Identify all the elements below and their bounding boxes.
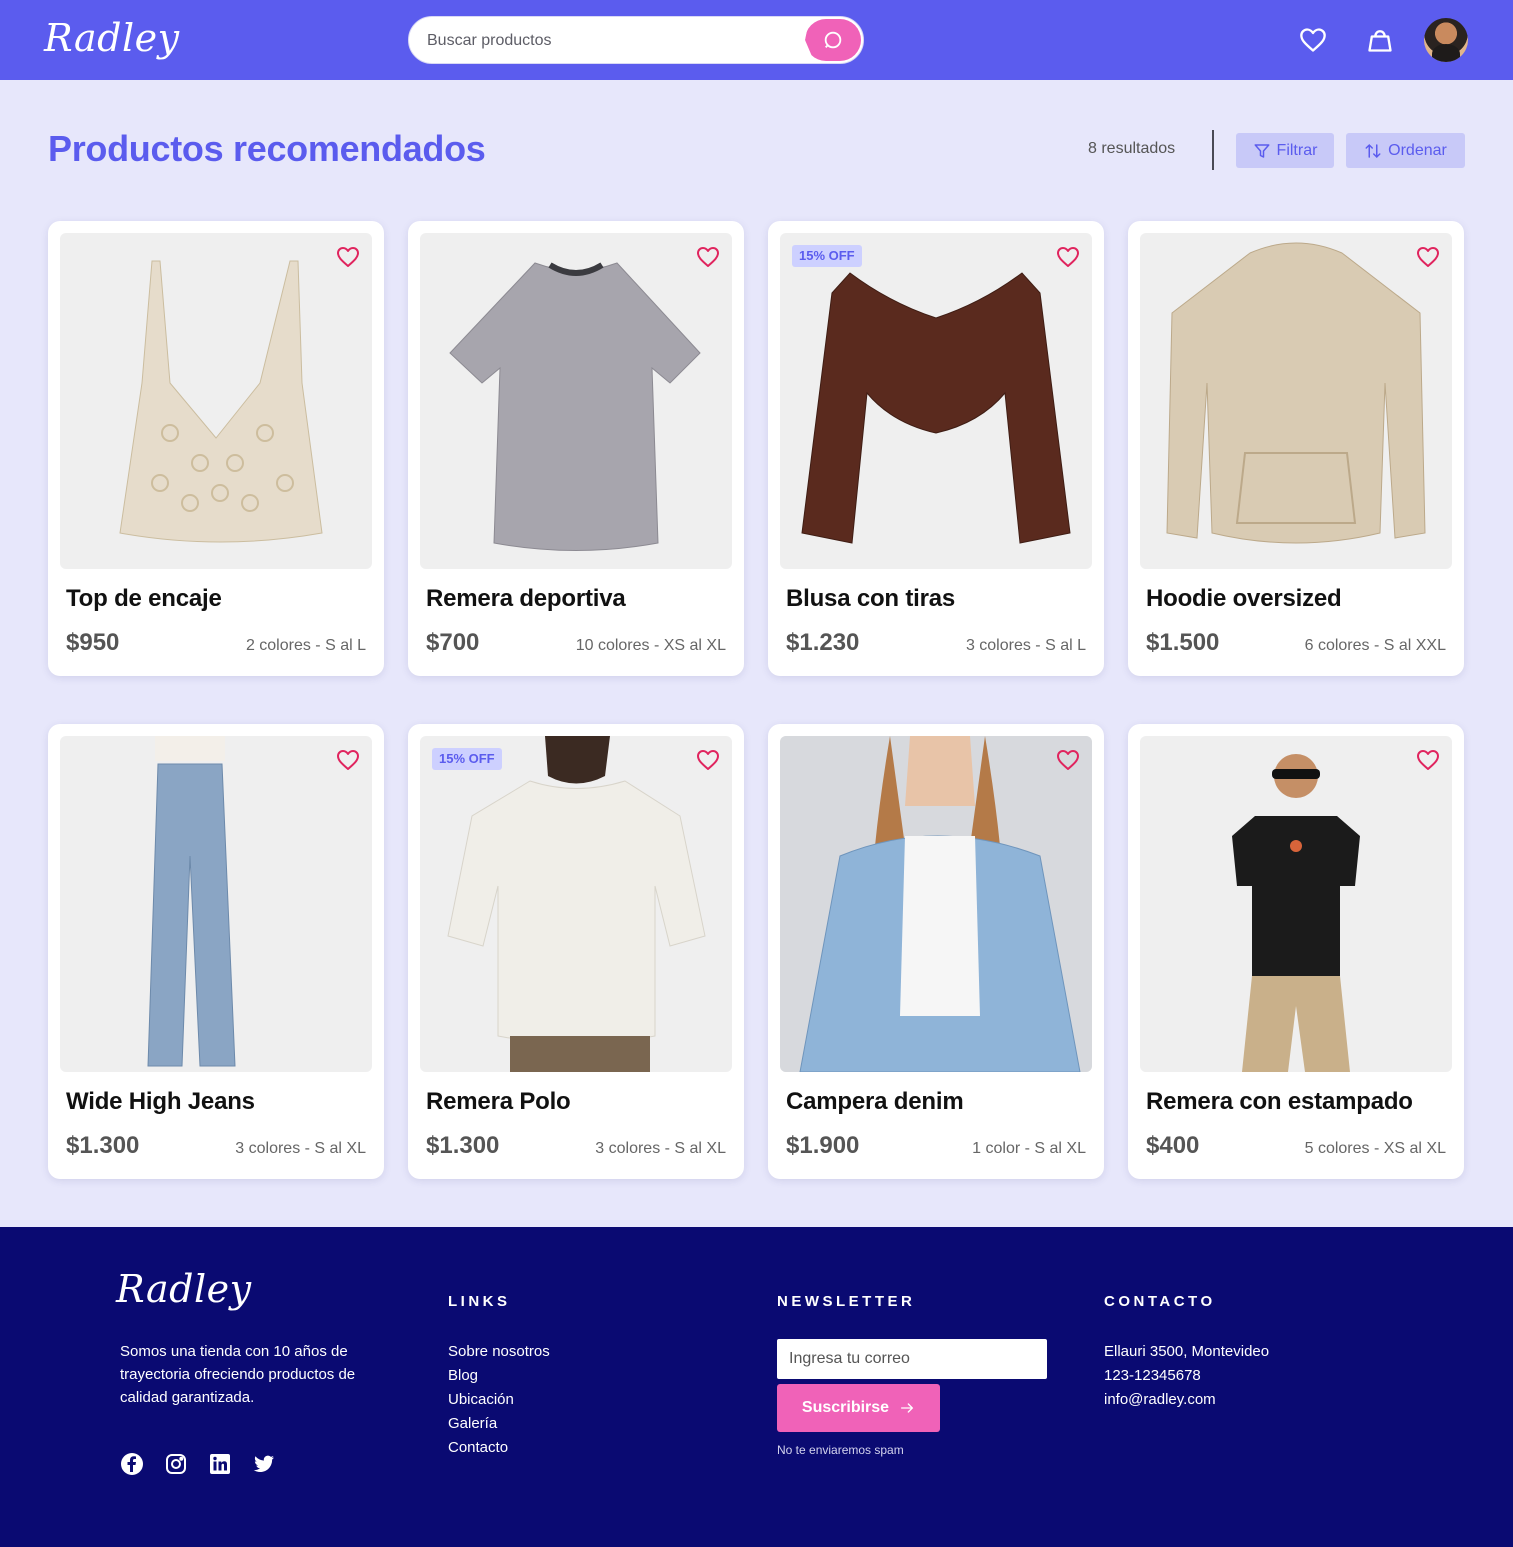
product-meta: 10 colores - XS al XL — [575, 637, 726, 654]
product-card[interactable]: Hoodie oversized $1.500 6 colores - S al… — [1128, 221, 1464, 676]
search-icon — [824, 31, 842, 49]
instagram-icon[interactable] — [164, 1452, 188, 1476]
arrow-right-icon — [901, 1403, 914, 1413]
newsletter-email-input[interactable] — [777, 1339, 1047, 1379]
product-image[interactable] — [1140, 736, 1452, 1072]
product-price: $1.300 — [66, 1132, 140, 1159]
product-card[interactable]: Campera denim $1.900 1 color - S al XL — [768, 724, 1104, 1179]
product-price: $700 — [426, 629, 480, 656]
social-links — [120, 1452, 276, 1476]
product-name[interactable]: Remera con estampado — [1146, 1088, 1413, 1116]
footer-links: Sobre nosotros Blog Ubicación Galería Co… — [448, 1340, 550, 1460]
footer-link-location[interactable]: Ubicación — [448, 1388, 550, 1412]
product-card[interactable]: Remera con estampado $400 5 colores - XS… — [1128, 724, 1464, 1179]
product-name[interactable]: Remera Polo — [426, 1088, 571, 1116]
footer-logo[interactable]: Radley — [116, 1267, 252, 1311]
top-nav: Radley — [0, 0, 1513, 80]
product-price: $1.300 — [426, 1132, 500, 1159]
filter-button[interactable]: Filtrar — [1236, 133, 1334, 168]
filter-label: Filtrar — [1276, 141, 1318, 159]
product-image[interactable] — [60, 736, 372, 1072]
favorite-heart-icon[interactable] — [1056, 748, 1080, 772]
product-meta: 2 colores - S al L — [245, 637, 366, 654]
footer-link-contact[interactable]: Contacto — [448, 1436, 550, 1460]
bag-icon[interactable] — [1366, 26, 1394, 54]
sort-label: Ordenar — [1388, 141, 1447, 159]
product-price: $400 — [1146, 1132, 1200, 1159]
heart-icon[interactable] — [1299, 26, 1327, 54]
product-meta: 3 colores - S al L — [965, 637, 1086, 654]
product-image[interactable] — [1140, 233, 1452, 569]
sort-icon — [1365, 143, 1381, 158]
footer-link-gallery[interactable]: Galería — [448, 1412, 550, 1436]
product-card[interactable]: 15% OFF Remera Polo $1.300 3 colores - S… — [408, 724, 744, 1179]
contact-heading: CONTACTO — [1104, 1293, 1216, 1310]
links-heading: LINKS — [448, 1293, 511, 1310]
footer-about: Somos una tienda con 10 años de trayecto… — [120, 1343, 356, 1406]
divider — [1212, 130, 1214, 170]
contact-address: Ellauri 3500, Montevideo — [1104, 1343, 1270, 1360]
avatar[interactable] — [1424, 18, 1468, 62]
product-image[interactable] — [420, 736, 732, 1072]
sort-button[interactable]: Ordenar — [1346, 133, 1465, 168]
footer-link-about[interactable]: Sobre nosotros — [448, 1340, 550, 1364]
product-price: $1.230 — [786, 629, 860, 656]
product-name[interactable]: Remera deportiva — [426, 585, 626, 613]
product-price: $950 — [66, 629, 120, 656]
product-card[interactable]: Remera deportiva $700 10 colores - XS al… — [408, 221, 744, 676]
product-meta: 1 color - S al XL — [972, 1140, 1086, 1157]
product-name[interactable]: Hoodie oversized — [1146, 585, 1342, 613]
subscribe-button[interactable]: Suscribirse — [777, 1384, 940, 1432]
product-meta: 3 colores - S al XL — [595, 1140, 726, 1157]
product-price: $1.900 — [786, 1132, 860, 1159]
linkedin-icon[interactable] — [208, 1452, 232, 1476]
product-card[interactable]: Wide High Jeans $1.300 3 colores - S al … — [48, 724, 384, 1179]
discount-badge: 15% OFF — [432, 748, 502, 770]
product-name[interactable]: Campera denim — [786, 1088, 964, 1116]
contact-email[interactable]: info@radley.com — [1104, 1388, 1269, 1412]
discount-badge: 15% OFF — [792, 245, 862, 267]
brand-logo[interactable]: Radley — [44, 16, 180, 60]
contact-phone[interactable]: 123-12345678 — [1104, 1364, 1269, 1388]
newsletter-note: No te enviaremos spam — [777, 1443, 904, 1457]
search-button[interactable] — [805, 19, 861, 61]
product-meta: 3 colores - S al XL — [235, 1140, 366, 1157]
product-image[interactable] — [780, 233, 1092, 569]
product-image[interactable] — [420, 233, 732, 569]
footer-link-blog[interactable]: Blog — [448, 1364, 550, 1388]
favorite-heart-icon[interactable] — [1416, 748, 1440, 772]
product-name[interactable]: Blusa con tiras — [786, 585, 955, 613]
product-image[interactable] — [780, 736, 1092, 1072]
product-meta: 6 colores - S al XXL — [1304, 637, 1446, 654]
product-price: $1.500 — [1146, 629, 1220, 656]
favorite-heart-icon[interactable] — [696, 245, 720, 269]
product-meta: 5 colores - XS al XL — [1304, 1140, 1446, 1157]
favorite-heart-icon[interactable] — [696, 748, 720, 772]
filter-icon — [1254, 143, 1270, 158]
facebook-icon[interactable] — [120, 1452, 144, 1476]
product-image[interactable] — [60, 233, 372, 569]
newsletter-heading: NEWSLETTER — [777, 1293, 916, 1310]
product-card[interactable]: Top de encaje $950 2 colores - S al L — [48, 221, 384, 676]
subscribe-label: Suscribirse — [801, 1399, 890, 1416]
footer-contact: Ellauri 3500, Montevideo 123-12345678 in… — [1104, 1340, 1269, 1412]
product-card[interactable]: 15% OFF Blusa con tiras $1.230 3 colores… — [768, 221, 1104, 676]
results-count: 8 resultados — [1088, 140, 1176, 157]
product-name[interactable]: Wide High Jeans — [66, 1088, 255, 1116]
footer: Radley Somos una tienda con 10 años de t… — [0, 1227, 1513, 1547]
favorite-heart-icon[interactable] — [336, 245, 360, 269]
product-name[interactable]: Top de encaje — [66, 585, 222, 613]
search-input[interactable] — [427, 29, 807, 53]
favorite-heart-icon[interactable] — [336, 748, 360, 772]
page-title: Productos recomendados — [48, 128, 486, 169]
search-bar — [408, 16, 864, 64]
favorite-heart-icon[interactable] — [1056, 245, 1080, 269]
twitter-icon[interactable] — [252, 1452, 276, 1476]
favorite-heart-icon[interactable] — [1416, 245, 1440, 269]
